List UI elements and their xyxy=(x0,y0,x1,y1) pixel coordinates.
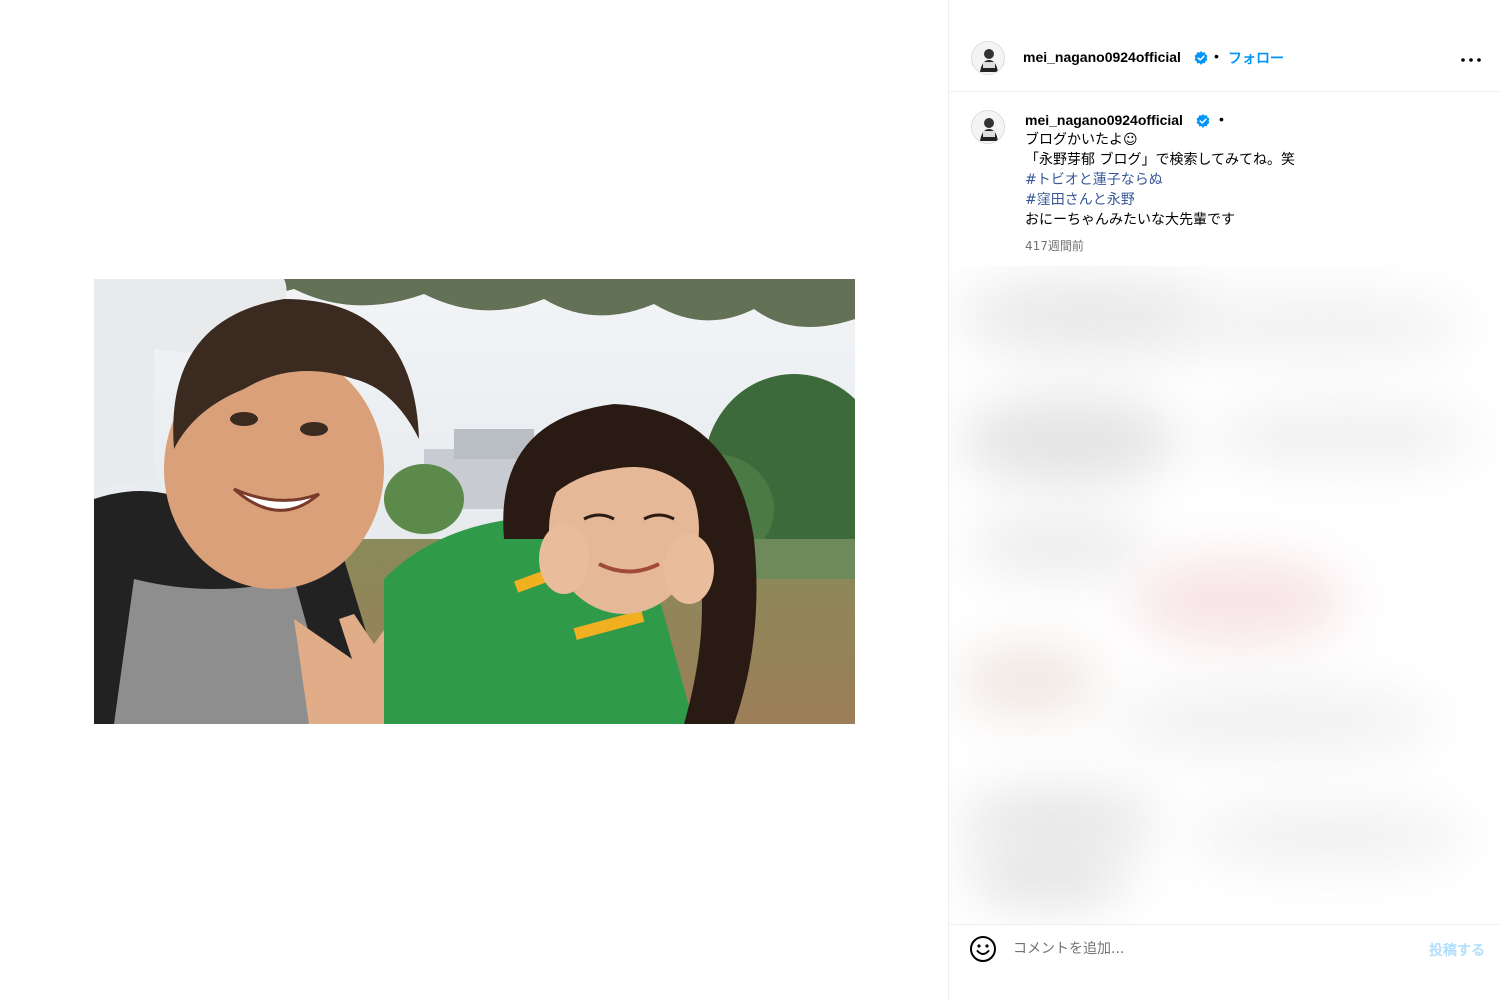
post-photo[interactable] xyxy=(94,279,855,724)
blurred-comment xyxy=(969,516,1149,576)
emoji-icon[interactable] xyxy=(969,935,997,963)
verified-badge-icon xyxy=(1196,114,1210,128)
verified-badge-icon xyxy=(1194,51,1208,65)
profile-avatar[interactable] xyxy=(971,41,1005,75)
avatar-image xyxy=(972,42,1004,74)
post-timestamp[interactable]: 417週間前 xyxy=(1025,237,1084,254)
caption-text: ブログかいたよ☺ 「永野芽郁 ブログ」で検索してみてね。笑 #トビオと蓮子ならぬ… xyxy=(1025,130,1295,230)
comment-input[interactable] xyxy=(1013,938,1393,960)
header-separator: • xyxy=(1214,48,1219,64)
comments-area-blurred xyxy=(949,266,1500,924)
caption-username[interactable]: mei_nagano0924official xyxy=(1025,112,1183,128)
caption-line: 「永野芽郁 ブログ」で検索してみてね。笑 xyxy=(1025,152,1296,168)
post-side-panel: mei_nagano0924official • フォロー mei_nagano… xyxy=(948,0,1500,1001)
avatar-image xyxy=(972,111,1004,143)
blurred-comment xyxy=(1209,406,1479,466)
caption-line: おにーちゃんみたいな大先輩です xyxy=(1025,212,1235,228)
caption-separator: • xyxy=(1219,111,1224,127)
post-header: mei_nagano0924official • フォロー xyxy=(949,30,1500,92)
caption-block: mei_nagano0924official • ブログかいたよ☺ 「永野芽郁 … xyxy=(949,98,1500,266)
caption-avatar[interactable] xyxy=(971,110,1005,144)
media-pane xyxy=(0,0,948,1001)
blurred-comment xyxy=(959,396,1179,486)
blurred-comment xyxy=(959,646,1099,716)
header-username[interactable]: mei_nagano0924official xyxy=(1023,49,1181,65)
hashtag-link[interactable]: #トビオと蓮子ならぬ xyxy=(1025,170,1295,190)
blurred-comment xyxy=(1109,686,1439,756)
post-comment-button[interactable]: 投稿する xyxy=(1429,940,1485,960)
blurred-comment xyxy=(969,846,1129,906)
caption-line: ブログかいたよ☺ xyxy=(1025,132,1138,148)
comment-bar: 投稿する xyxy=(949,924,1500,974)
blurred-comment xyxy=(1129,556,1349,646)
hashtag-link[interactable]: #窪田さんと永野 xyxy=(1025,190,1295,210)
blurred-comment xyxy=(1189,806,1469,866)
more-options-icon[interactable] xyxy=(1459,52,1483,68)
blurred-comment xyxy=(1169,296,1469,356)
follow-button[interactable]: フォロー xyxy=(1228,48,1284,68)
